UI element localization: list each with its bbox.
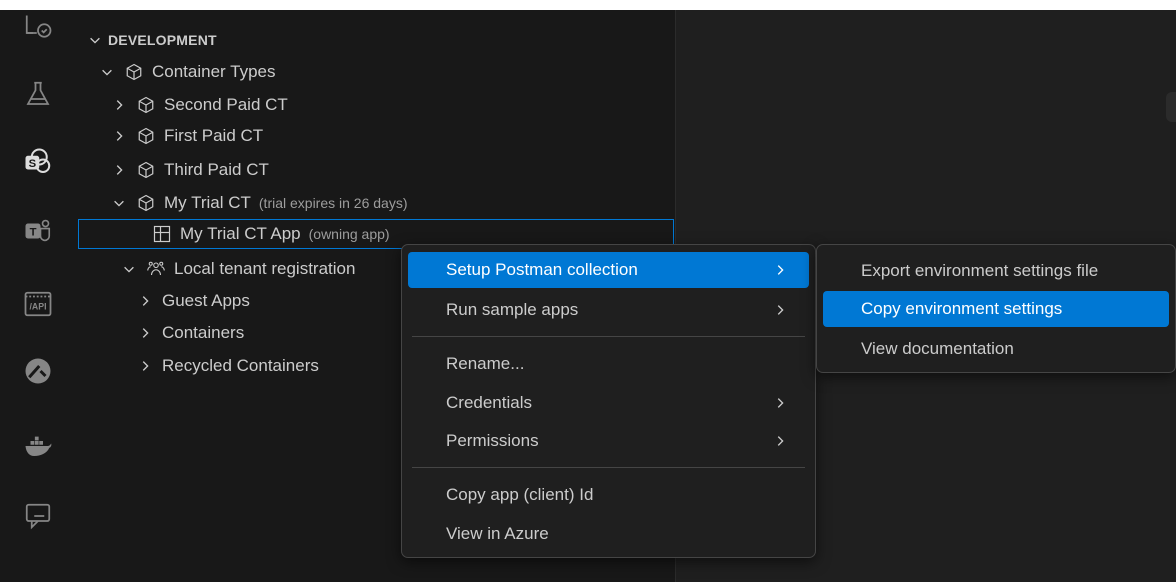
chevron-down-icon xyxy=(110,194,128,212)
cube-icon xyxy=(136,95,156,115)
tree-item-label: Local tenant registration xyxy=(174,259,356,278)
context-menu: Setup Postman collection Run sample apps… xyxy=(401,244,816,558)
menu-separator xyxy=(412,467,805,468)
tree-item-my-trial-ct-app[interactable]: My Trial CT App (owning app) xyxy=(152,219,390,249)
scroll-indicator[interactable] xyxy=(1166,92,1176,122)
tree-item-container-types[interactable]: Container Types xyxy=(98,57,275,87)
sharepoint-icon[interactable]: S xyxy=(22,146,54,178)
tree-item-local-tenant-registration[interactable]: Local tenant registration xyxy=(120,254,355,284)
remote-explorer-icon[interactable] xyxy=(22,12,54,44)
section-header-development[interactable]: DEVELOPMENT xyxy=(86,28,217,52)
menu-item-label: Rename... xyxy=(446,354,525,373)
chevron-right-icon xyxy=(771,394,789,412)
tree-item-label: Container Types xyxy=(152,62,276,81)
tree-item-label: My Trial CT App xyxy=(180,224,301,243)
svg-text:/API: /API xyxy=(29,302,46,312)
section-title: DEVELOPMENT xyxy=(108,32,217,48)
menu-item-label: Copy app (client) Id xyxy=(446,485,594,504)
tree-item-label: My Trial CT xyxy=(164,193,251,212)
menu-item-run-sample-apps[interactable]: Run sample apps xyxy=(408,292,809,328)
tree-item-label: Second Paid CT xyxy=(164,95,288,114)
svg-text:T: T xyxy=(30,226,37,238)
tree-item-guest-apps[interactable]: Guest Apps xyxy=(136,286,250,316)
people-group-icon xyxy=(146,259,166,279)
tree-item-my-trial-ct[interactable]: My Trial CT (trial expires in 26 days) xyxy=(110,188,408,218)
chevron-right-icon xyxy=(110,127,128,145)
tree-item-label: Guest Apps xyxy=(162,291,250,310)
chevron-down-icon xyxy=(86,31,104,49)
menu-item-label: Permissions xyxy=(446,431,539,450)
docker-icon[interactable] xyxy=(22,430,54,462)
chevron-right-icon xyxy=(136,324,154,342)
menu-item-label: Export environment settings file xyxy=(861,261,1099,280)
chevron-down-icon xyxy=(120,260,138,278)
chat-icon[interactable] xyxy=(22,500,54,532)
postman-submenu: Export environment settings file Copy en… xyxy=(816,244,1176,373)
cube-icon xyxy=(124,62,144,82)
tree-item-third-paid-ct[interactable]: Third Paid CT xyxy=(110,155,269,185)
menu-item-label: Copy environment settings xyxy=(861,299,1063,318)
menu-item-label: Run sample apps xyxy=(446,300,579,319)
menu-item-label: Setup Postman collection xyxy=(446,260,638,279)
svg-text:S: S xyxy=(29,158,37,170)
chevron-right-icon xyxy=(136,292,154,310)
cube-icon xyxy=(136,126,156,146)
chevron-right-icon xyxy=(771,261,789,279)
tree-item-description: (trial expires in 26 days) xyxy=(258,195,408,211)
menu-item-label: View in Azure xyxy=(446,524,549,543)
menu-item-label: Credentials xyxy=(446,393,532,412)
tree-item-label: Containers xyxy=(162,323,245,342)
tree-item-first-paid-ct[interactable]: First Paid CT xyxy=(110,121,263,151)
tree-item-second-paid-ct[interactable]: Second Paid CT xyxy=(110,90,288,120)
testing-flask-icon[interactable] xyxy=(22,78,54,110)
kubernetes-icon[interactable] xyxy=(22,355,54,387)
chevron-right-icon xyxy=(110,161,128,179)
menu-item-setup-postman-collection[interactable]: Setup Postman collection xyxy=(408,252,809,288)
submenu-item-copy-environment-settings[interactable]: Copy environment settings xyxy=(823,291,1169,327)
chevron-down-icon xyxy=(98,63,116,81)
teams-toolkit-icon[interactable]: T xyxy=(22,215,54,247)
tree-item-label: Recycled Containers xyxy=(162,356,319,375)
tree-item-description: (owning app) xyxy=(308,226,390,242)
menu-item-rename[interactable]: Rename... xyxy=(408,346,809,382)
tree-item-recycled-containers[interactable]: Recycled Containers xyxy=(136,351,319,381)
chevron-right-icon xyxy=(110,96,128,114)
api-icon[interactable]: /API xyxy=(22,288,54,320)
menu-item-copy-app-client-id[interactable]: Copy app (client) Id xyxy=(408,477,809,513)
menu-item-credentials[interactable]: Credentials xyxy=(408,385,809,421)
menu-item-label: View documentation xyxy=(861,339,1014,358)
chevron-right-icon xyxy=(771,432,789,450)
cube-icon xyxy=(136,160,156,180)
chevron-right-icon xyxy=(136,357,154,375)
menu-separator xyxy=(412,336,805,337)
menu-item-permissions[interactable]: Permissions xyxy=(408,423,809,459)
chevron-right-icon xyxy=(771,301,789,319)
top-strip xyxy=(0,0,1176,10)
tree-item-label: First Paid CT xyxy=(164,126,264,145)
menu-item-view-in-azure[interactable]: View in Azure xyxy=(408,516,809,552)
cube-icon xyxy=(136,193,156,213)
submenu-item-view-documentation[interactable]: View documentation xyxy=(823,331,1169,367)
tree-item-containers[interactable]: Containers xyxy=(136,318,244,348)
activity-bar: S T /API xyxy=(0,10,79,582)
submenu-item-export-environment-settings-file[interactable]: Export environment settings file xyxy=(823,253,1169,289)
app-layout-icon xyxy=(152,224,172,244)
tree-item-label: Third Paid CT xyxy=(164,160,269,179)
